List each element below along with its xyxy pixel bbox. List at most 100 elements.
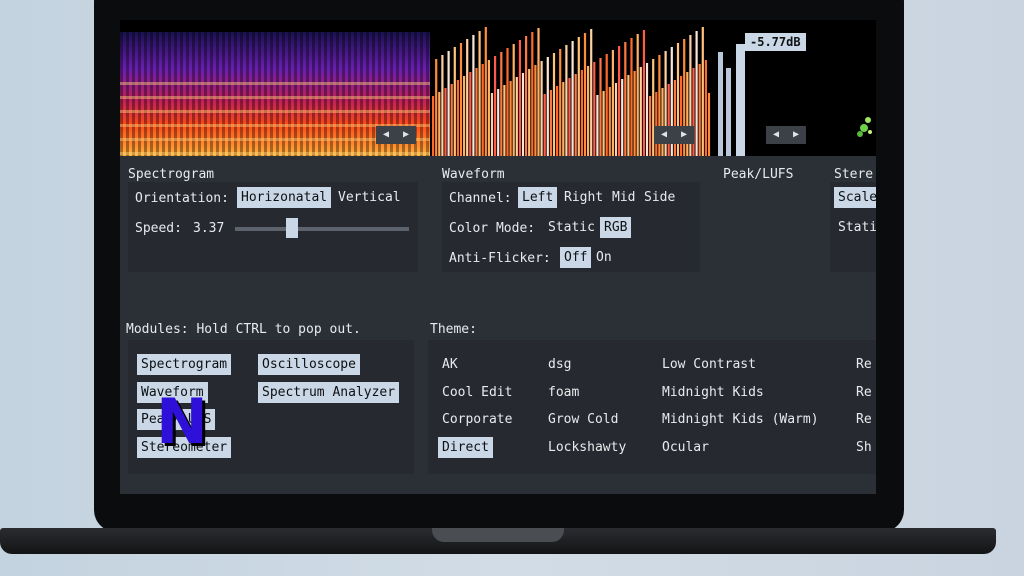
channel-side-button[interactable]: Side: [644, 187, 675, 208]
theme-re-button-3[interactable]: Re: [856, 409, 872, 430]
waveform-bar: [478, 31, 481, 156]
waveform-bar: [565, 45, 568, 156]
waveform-bar: [515, 77, 518, 156]
speed-label: Speed:: [135, 221, 182, 236]
color-mode-static-button[interactable]: Static: [548, 217, 595, 238]
peak-meter: [718, 44, 745, 156]
waveform-bar: [698, 64, 701, 156]
theme-re-button-1[interactable]: Re: [856, 354, 872, 375]
theme-midnight-kids-button[interactable]: Midnight Kids: [662, 382, 764, 403]
stereo-section-title: Stere: [834, 167, 874, 182]
waveform-bar: [701, 27, 704, 156]
nav-prev-icon[interactable]: ◀: [766, 126, 786, 144]
waveform-bar: [695, 31, 698, 156]
anti-flicker-on-button[interactable]: On: [596, 247, 612, 268]
waveform-bar: [497, 89, 500, 156]
waveform-bar: [602, 91, 605, 156]
color-mode-rgb-button[interactable]: RGB: [600, 217, 632, 238]
waveform-bar: [546, 57, 549, 156]
waveform-bar: [447, 51, 450, 156]
waveform-bar: [432, 96, 435, 156]
nav-next-icon[interactable]: ▶: [786, 126, 806, 144]
orientation-vertical-button[interactable]: Vertical: [338, 187, 401, 208]
theme-cool-edit-button[interactable]: Cool Edit: [442, 382, 512, 403]
theme-sh-button[interactable]: Sh: [856, 437, 872, 458]
waveform-bar: [577, 37, 580, 156]
theme-corporate-button[interactable]: Corporate: [442, 409, 512, 430]
nav-next-icon[interactable]: ▶: [396, 126, 416, 144]
orientation-horizontal-button[interactable]: Horizonatal: [237, 187, 332, 208]
spectrogram-nav[interactable]: ◀ ▶: [376, 126, 416, 144]
waveform-bar: [621, 79, 624, 156]
waveform-bar: [466, 39, 469, 156]
theme-re-button-2[interactable]: Re: [856, 382, 872, 403]
channel-right-button[interactable]: Right: [564, 187, 603, 208]
waveform-bar: [704, 60, 707, 156]
nav-prev-icon[interactable]: ◀: [376, 126, 396, 144]
orientation-label: Orientation:: [135, 191, 229, 206]
waveform-bar: [593, 62, 596, 156]
waveform-bar: [568, 78, 571, 156]
theme-ak-button[interactable]: AK: [442, 354, 458, 375]
nav-next-icon[interactable]: ▶: [674, 126, 694, 144]
anti-flicker-off-button[interactable]: Off: [560, 247, 592, 268]
waveform-bar: [472, 35, 475, 156]
waveform-bar: [549, 90, 552, 156]
waveform-bar: [559, 49, 562, 156]
waveform-bar: [506, 48, 509, 156]
visualizer-strip: ◀ ▶ ◀ ▶ ◀ ▶ -5.77dB: [120, 20, 876, 156]
n-logo-overlay: N: [156, 385, 208, 458]
waveform-bar: [500, 52, 503, 156]
theme-ocular-button[interactable]: Ocular: [662, 437, 709, 458]
nav-prev-icon[interactable]: ◀: [654, 126, 674, 144]
waveform-bar: [667, 84, 670, 156]
waveform-bar: [456, 80, 459, 156]
waveform-bar: [661, 88, 664, 156]
waveform-bar: [608, 87, 611, 156]
stereo-static-button[interactable]: Stati: [838, 217, 876, 238]
theme-midnight-kids-warm-button[interactable]: Midnight Kids (Warm): [662, 409, 819, 430]
waveform-bar: [475, 68, 478, 156]
waveform-bar: [531, 32, 534, 156]
waveform-bar: [707, 93, 711, 156]
module-spectrum-analyzer-button[interactable]: Spectrum Analyzer: [258, 382, 400, 403]
theme-panel: [428, 340, 876, 474]
speed-slider-track[interactable]: [235, 227, 409, 231]
module-oscilloscope-button[interactable]: Oscilloscope: [258, 354, 360, 375]
waveform-bar: [528, 69, 531, 156]
waveform-bar: [494, 56, 497, 156]
theme-low-contrast-button[interactable]: Low Contrast: [662, 354, 756, 375]
waveform-bar: [583, 33, 587, 156]
theme-foam-button[interactable]: foam: [548, 382, 579, 403]
theme-grow-cold-button[interactable]: Grow Cold: [548, 409, 618, 430]
theme-dsg-button[interactable]: dsg: [548, 354, 571, 375]
waveform-bar: [587, 66, 590, 156]
waveform-bar: [534, 65, 537, 156]
waveform-bar: [590, 29, 593, 156]
waveform-section-title: Waveform: [442, 167, 505, 182]
theme-lockshawty-button[interactable]: Lockshawty: [548, 437, 626, 458]
waveform-bar: [441, 55, 444, 156]
channel-left-button[interactable]: Left: [518, 187, 558, 208]
waveform-bar: [680, 76, 683, 156]
waveform-bar: [503, 85, 506, 156]
waveform-bar: [574, 74, 577, 156]
waveform-bar: [633, 71, 636, 156]
waveform-bar: [552, 53, 556, 156]
waveform-bar: [556, 86, 559, 156]
waveform-bar: [630, 38, 633, 156]
module-spectrogram-button[interactable]: Spectrogram: [137, 354, 232, 375]
channel-label: Channel:: [449, 191, 512, 206]
waveform-bar: [562, 82, 565, 156]
stereo-scale-button[interactable]: Scale: [834, 187, 876, 208]
peak-nav[interactable]: ◀ ▶: [766, 126, 806, 144]
channel-mid-button[interactable]: Mid: [612, 187, 635, 208]
waveform-nav[interactable]: ◀ ▶: [654, 126, 694, 144]
theme-direct-button[interactable]: Direct: [438, 437, 493, 458]
waveform-bar: [540, 61, 543, 156]
color-mode-label: Color Mode:: [449, 221, 536, 236]
waveform-bar: [490, 93, 494, 156]
speed-slider-knob[interactable]: [286, 218, 299, 238]
modules-section-title: Modules: Hold CTRL to pop out.: [126, 322, 361, 337]
waveform-bar: [444, 88, 447, 156]
